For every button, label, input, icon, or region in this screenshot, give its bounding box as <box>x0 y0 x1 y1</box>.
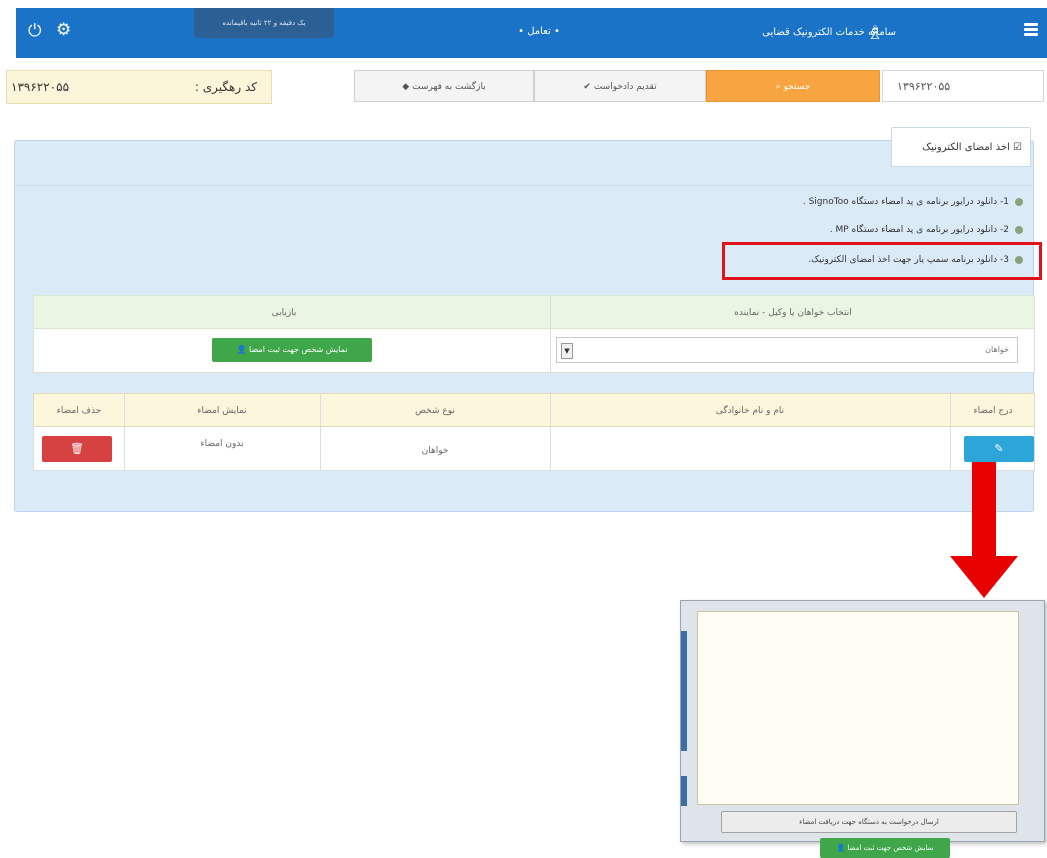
party-select-value: خواهان <box>985 345 1009 354</box>
column-header-person-type: نوع شخص <box>415 406 455 416</box>
panel-title: ☑ اخذ امضای الکترونیک <box>891 127 1031 167</box>
download-link-signotec[interactable]: 1- دانلود درایور برنامه ی پد امضاء دستگا… <box>803 193 1023 211</box>
plus-circle-icon <box>1015 225 1023 234</box>
download-link-signotec-text: 1- دانلود درایور برنامه ی پد امضاء دستگا… <box>802 197 1009 207</box>
arrow-down-icon <box>972 462 996 558</box>
trash-icon[interactable]: 🗑 <box>42 436 112 462</box>
full-name-cell <box>550 427 950 470</box>
search-icon: ⌕ <box>775 82 784 92</box>
selection-table-header: بازیابی انتخاب خواهان یا وکیل - نماینده <box>33 295 1035 329</box>
column-header-full-name: نام و نام خانوادگی <box>715 406 785 416</box>
selection-table-row: 👤 نمایش شخص جهت ثبت امضا ▼ خواهان <box>33 329 1035 373</box>
pencil-icon[interactable]: ✎ <box>964 436 1034 462</box>
signature-panel: ☑ اخذ امضای الکترونیک 1- دانلود درایور ب… <box>14 127 1035 512</box>
signature-table: حذف امضاء نمایش امضاء نوع شخص نام و نام … <box>33 393 1035 471</box>
table-row: 🗑 بدون امضاء خواهان ✎ <box>33 427 1035 471</box>
column-header-restore: بازیابی <box>271 308 297 318</box>
hamburger-icon[interactable] <box>1024 21 1038 39</box>
top-navbar: ⏻ ⚙ یک دقیقه و ۲۲ ثانیه باقیمانده • تعام… <box>16 8 1047 58</box>
window-edge <box>681 631 687 751</box>
signature-capture-window: ارسال درخواست به دستگاه جهت دریافت امضاء <box>680 600 1045 842</box>
download-link-mp-text: 2- دانلود درایور برنامه ی پد امضاء دستگا… <box>829 225 1009 235</box>
org-chart-icon: ♗ <box>866 22 884 44</box>
highlight-box <box>722 242 1042 280</box>
search-label: جستجو <box>783 82 811 92</box>
column-header-show-signature: نمایش امضاء <box>197 406 247 416</box>
nav-menu-item[interactable]: • تعامل • <box>504 22 574 42</box>
show-person-button[interactable]: 👤 نمایش شخص جهت ثبت امضا <box>212 338 372 362</box>
divider <box>17 185 1031 186</box>
send-to-device-button[interactable]: ارسال درخواست به دستگاه جهت دریافت امضاء <box>721 811 1017 833</box>
back-arrow-icon: ◆ <box>402 82 413 92</box>
back-to-list-button[interactable]: ◆ بازگشت به فهرست <box>354 70 534 102</box>
power-icon[interactable]: ⏻ <box>28 22 46 40</box>
column-header-select-party: انتخاب خواهان یا وکیل - نماینده <box>734 308 852 318</box>
panel-title-text: اخذ امضای الکترونیک <box>922 142 1010 153</box>
column-header-insert-signature: درج امضاء <box>973 406 1013 416</box>
download-link-mp[interactable]: 2- دانلود درایور برنامه ی پد امضاء دستگا… <box>830 221 1023 239</box>
user-icon: 👤 <box>236 345 250 354</box>
plus-circle-icon <box>1015 197 1023 206</box>
gear-icon[interactable]: ⚙ <box>56 21 74 39</box>
session-timer: یک دقیقه و ۲۲ ثانیه باقیمانده <box>194 8 334 38</box>
window-edge <box>681 776 687 806</box>
person-type-cell: خواهان <box>421 446 449 456</box>
signature-canvas[interactable] <box>697 611 1019 805</box>
chevron-down-icon[interactable]: ▼ <box>561 343 573 359</box>
party-select[interactable]: ▼ خواهان <box>556 337 1018 363</box>
tracking-number: ۱۳۹۶۲۲۰۵۵ <box>11 80 70 94</box>
search-button[interactable]: ⌕ جستجو <box>706 70 880 102</box>
selection-table: بازیابی انتخاب خواهان یا وکیل - نماینده … <box>33 295 1035 373</box>
column-divider <box>950 427 951 470</box>
back-to-list-label: بازگشت به فهرست <box>412 82 486 92</box>
submit-petition-label: تقدیم دادخواست <box>593 82 657 92</box>
show-person-label: نمایش شخص جهت ثبت امضا <box>249 345 348 354</box>
case-number-field[interactable]: ۱۳۹۶۲۲۰۵۵ <box>882 70 1044 102</box>
column-divider <box>550 329 551 372</box>
action-toolbar: ۱۳۹۶۲۲۰۵۵ کد رهگیری : ◆ بازگشت به فهرست … <box>6 70 1044 104</box>
signature-table-header: حذف امضاء نمایش امضاء نوع شخص نام و نام … <box>33 393 1035 427</box>
panel-title-icon: ☑ <box>1009 142 1022 153</box>
signature-display-cell: بدون امضاء <box>200 439 244 449</box>
column-header-delete: حذف امضاء <box>56 406 102 416</box>
arrow-head-icon <box>950 556 1018 598</box>
tracking-label: کد رهگیری : <box>194 80 257 94</box>
tracking-code-box: ۱۳۹۶۲۲۰۵۵ کد رهگیری : <box>6 70 272 104</box>
user-icon: 👤 <box>836 844 848 852</box>
show-person-popup-label: نمایش شخص جهت ثبت امضا <box>847 844 934 852</box>
check-icon: ✔ <box>583 82 594 92</box>
show-person-button-popup[interactable]: 👤 نمایش شخص جهت ثبت امضا <box>820 838 950 858</box>
submit-petition-button[interactable]: ✔ تقدیم دادخواست <box>534 70 706 102</box>
